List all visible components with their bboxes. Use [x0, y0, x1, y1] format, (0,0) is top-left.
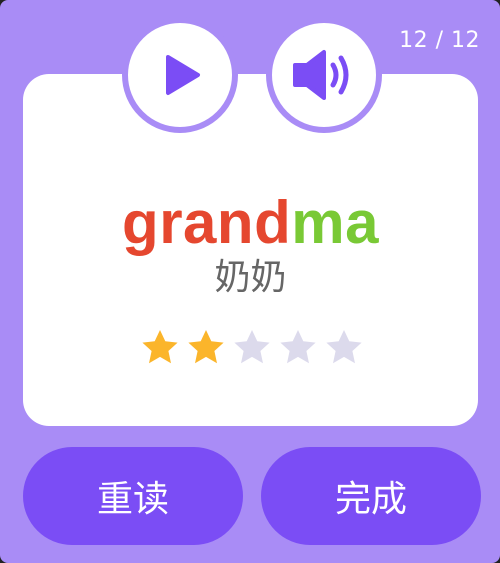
done-button[interactable]: 完成 [261, 447, 481, 545]
word-translation: 奶奶 [214, 257, 287, 298]
target-word: grandma [23, 188, 478, 258]
reread-button[interactable]: 重读 [23, 447, 243, 545]
flashcard-screen: 12 / 12 grandma 奶奶 重读 完成 [0, 0, 500, 563]
star-filled-icon [188, 330, 224, 364]
play-button[interactable] [122, 17, 238, 133]
speaker-button[interactable] [266, 17, 382, 133]
speaker-icon [293, 50, 349, 100]
star-empty-icon [280, 330, 316, 364]
play-icon [166, 55, 200, 95]
star-rating [140, 328, 364, 368]
word-part-2: ma [291, 189, 379, 256]
star-empty-icon [326, 330, 362, 364]
star-filled-icon [142, 330, 178, 364]
word-part-1: grand [122, 189, 292, 256]
star-empty-icon [234, 330, 270, 364]
progress-counter: 12 / 12 [399, 28, 480, 53]
